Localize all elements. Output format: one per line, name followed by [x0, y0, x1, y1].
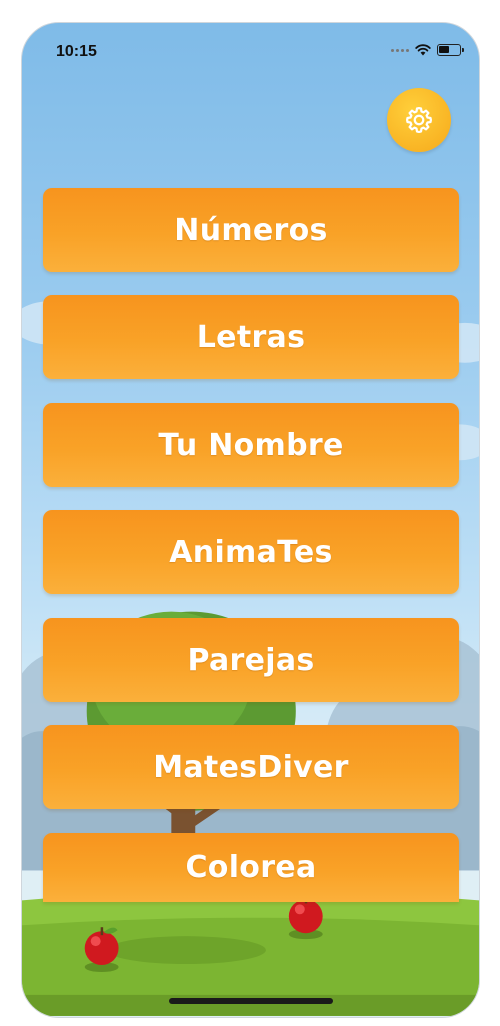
- status-time: 10:15: [56, 43, 97, 60]
- settings-button[interactable]: [387, 88, 451, 152]
- status-icons: [391, 43, 464, 57]
- status-bar: 10:15: [22, 23, 479, 77]
- menu-button-animates[interactable]: AnimaTes: [43, 510, 459, 594]
- menu-button-matesdiver[interactable]: MatesDiver: [43, 725, 459, 809]
- phone-screen: 10:15 Números Letras Tu Nombre AnimaTes …: [21, 22, 480, 1018]
- menu-button-parejas[interactable]: Parejas: [43, 618, 459, 702]
- menu-button-numeros[interactable]: Números: [43, 188, 459, 272]
- menu-button-label: Números: [174, 212, 328, 248]
- menu-button-label: AnimaTes: [169, 534, 333, 570]
- battery-icon: [437, 44, 464, 56]
- wifi-icon: [415, 44, 431, 56]
- gear-icon: [406, 107, 432, 133]
- menu-button-label: MatesDiver: [153, 749, 349, 785]
- menu-button-label: Tu Nombre: [158, 427, 344, 463]
- menu-button-tu-nombre[interactable]: Tu Nombre: [43, 403, 459, 487]
- signal-icon: [391, 48, 409, 52]
- menu-button-letras[interactable]: Letras: [43, 295, 459, 379]
- menu-button-label: Colorea: [185, 850, 317, 885]
- menu-button-label: Parejas: [187, 642, 315, 678]
- menu-button-label: Letras: [196, 319, 306, 355]
- menu-button-colorea[interactable]: Colorea: [43, 833, 459, 902]
- home-indicator[interactable]: [169, 998, 333, 1004]
